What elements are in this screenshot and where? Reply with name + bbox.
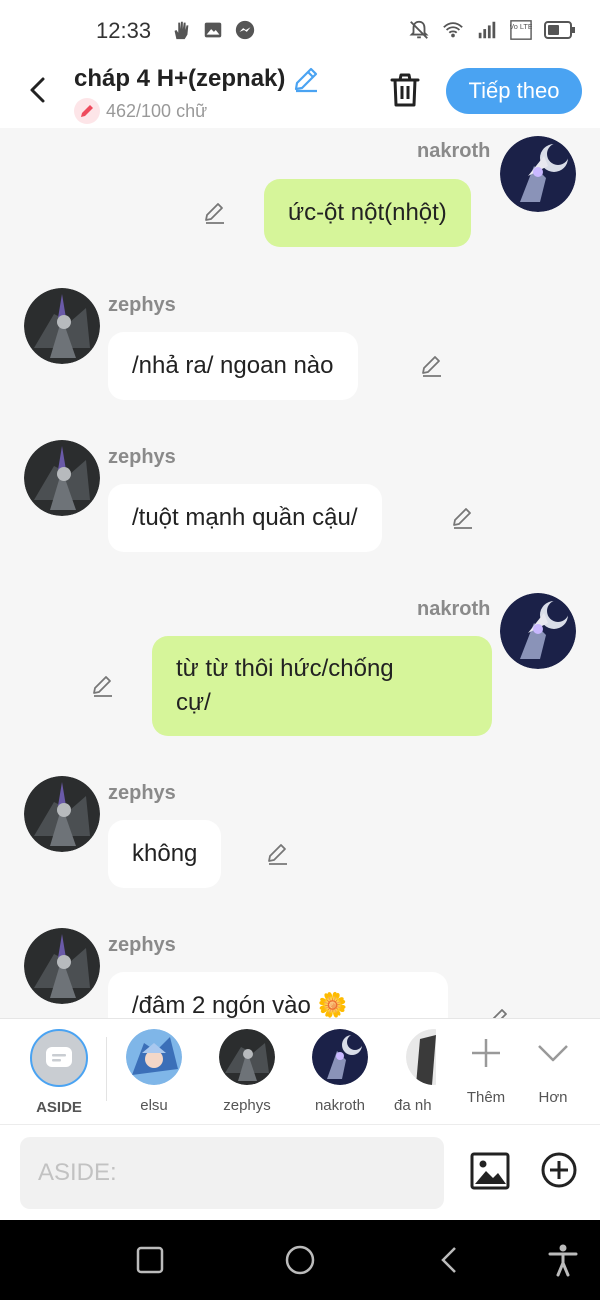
aside-icon: [30, 1029, 88, 1087]
edit-message-icon[interactable]: [202, 200, 228, 226]
pencil-badge-icon: [74, 98, 100, 124]
avatar: [406, 1029, 436, 1085]
system-nav-bar: [0, 1220, 600, 1300]
hand-icon: [174, 21, 189, 40]
add-icon[interactable]: [540, 1151, 578, 1189]
message-text: ức-ột nột(nhột): [288, 199, 447, 226]
avatar[interactable]: [500, 136, 576, 212]
chevron-down-icon: [538, 1045, 568, 1062]
character-zephys[interactable]: zephys: [207, 1029, 287, 1114]
message-input[interactable]: [20, 1137, 444, 1209]
back-arrow-icon[interactable]: [20, 72, 56, 108]
message-bubble[interactable]: ức-ột nột(nhột): [264, 179, 471, 247]
message-line: từ từ thôi hức/chống: [176, 655, 394, 682]
message-text: /đâm 2 ngón vào 🌼: [132, 992, 348, 1018]
image-picker-icon[interactable]: [470, 1151, 510, 1191]
wifi-icon: [443, 22, 463, 38]
signal-icon: [478, 21, 496, 39]
character-label: ASIDE: [36, 1099, 82, 1116]
sender-name: nakroth: [417, 598, 491, 620]
edit-message-icon[interactable]: [486, 1006, 512, 1018]
message-bubble[interactable]: /nhả ra/ ngoan nào: [108, 332, 358, 400]
character-elsu[interactable]: elsu: [114, 1029, 194, 1114]
sender-name: zephys: [108, 934, 176, 956]
character-label: đa nh: [394, 1097, 432, 1114]
message-line: cự/: [176, 689, 211, 716]
accessibility-icon[interactable]: [545, 1242, 581, 1278]
edit-message-icon[interactable]: [450, 505, 476, 531]
sender-name: nakroth: [417, 140, 491, 162]
avatar: [219, 1029, 275, 1085]
expand-label: Hơn: [538, 1089, 568, 1106]
sender-name: zephys: [108, 782, 176, 804]
character-label: zephys: [223, 1097, 271, 1114]
trash-icon[interactable]: [386, 70, 424, 110]
plus-icon: [472, 1039, 500, 1067]
edit-title-icon[interactable]: [291, 64, 321, 94]
character-partial[interactable]: đa nh: [376, 1029, 436, 1114]
page-title: cháp 4 H+(zepnak): [74, 65, 286, 92]
divider: [106, 1037, 107, 1101]
status-right-icons: Vo LTE: [408, 19, 576, 41]
sender-name: zephys: [108, 294, 176, 316]
edit-message-icon[interactable]: [419, 353, 445, 379]
image-icon: [204, 22, 222, 38]
avatar[interactable]: [24, 776, 100, 852]
character-aside[interactable]: ASIDE: [19, 1029, 99, 1116]
character-label: elsu: [140, 1097, 168, 1114]
edit-message-icon[interactable]: [265, 841, 291, 867]
word-count-row: 462/100 chữ: [74, 98, 207, 124]
input-bar: [0, 1124, 600, 1220]
svg-text:Vo LTE: Vo LTE: [510, 22, 532, 31]
title-row: cháp 4 H+(zepnak): [74, 64, 321, 94]
messenger-icon: [235, 20, 255, 40]
message-text: từ từ thôi hức/chống cự/: [176, 652, 394, 720]
chat-area[interactable]: nakroth ức-ột nột(nhột) zephys /nhả ra/ …: [0, 128, 600, 1018]
message-bubble[interactable]: từ từ thôi hức/chống cự/: [152, 636, 492, 736]
message-bubble[interactable]: không: [108, 820, 222, 888]
battery-icon: [544, 21, 575, 39]
back-icon[interactable]: [432, 1242, 468, 1278]
status-time: 12:33: [96, 18, 152, 43]
avatar[interactable]: [500, 593, 576, 669]
message-text: /nhả ra/ ngoan nào: [132, 352, 334, 379]
message-bubble[interactable]: /đâm 2 ngón vào 🌼: [108, 972, 448, 1018]
next-button[interactable]: Tiếp theo: [446, 68, 582, 114]
home-icon[interactable]: [282, 1242, 318, 1278]
status-left-icons: [170, 19, 256, 41]
edit-message-icon[interactable]: [90, 673, 116, 699]
character-label: nakroth: [314, 1097, 366, 1114]
header: cháp 4 H+(zepnak) 462/100 chữ Tiếp theo: [0, 62, 600, 128]
character-selector: ASIDE elsu zephys nakroth đa nh Thêm Hơn: [0, 1018, 600, 1124]
status-bar: 12:33 Vo LTE: [0, 0, 600, 62]
sender-name: zephys: [108, 446, 176, 468]
expand-characters-button[interactable]: Hơn: [513, 1029, 593, 1106]
word-count: 462/100 chữ: [106, 100, 208, 121]
mute-bell-icon: [409, 20, 429, 39]
volte-icon: Vo LTE: [510, 20, 532, 40]
avatar: [126, 1029, 182, 1085]
avatar[interactable]: [24, 928, 100, 1004]
recent-apps-icon[interactable]: [132, 1242, 168, 1278]
avatar[interactable]: [24, 440, 100, 516]
message-text: không: [132, 840, 198, 867]
message-text: /tuột mạnh quần cậu/: [132, 504, 358, 531]
avatar: [312, 1029, 368, 1085]
message-bubble[interactable]: /tuột mạnh quần cậu/: [108, 484, 382, 552]
character-nakroth[interactable]: nakroth: [300, 1029, 380, 1114]
avatar[interactable]: [24, 288, 100, 364]
